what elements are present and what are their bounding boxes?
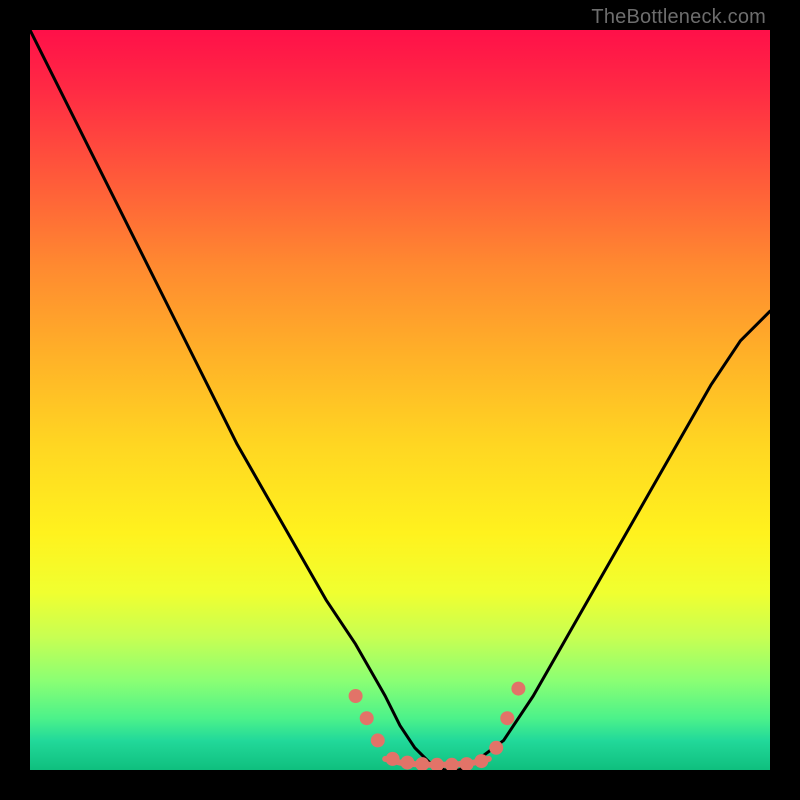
marker-point <box>474 754 488 768</box>
outer-frame: TheBottleneck.com <box>0 0 800 800</box>
marker-point <box>349 689 363 703</box>
marker-point <box>489 741 503 755</box>
marker-point <box>445 758 459 770</box>
marker-point <box>400 756 414 770</box>
marker-point <box>386 752 400 766</box>
watermark-text: TheBottleneck.com <box>591 6 766 29</box>
curve-layer <box>30 30 770 770</box>
marker-point <box>360 711 374 725</box>
marker-point <box>511 682 525 696</box>
marker-point <box>460 757 474 770</box>
marker-point <box>430 758 444 770</box>
curve-bottleneck-curve <box>30 30 770 770</box>
marker-point <box>500 711 514 725</box>
marker-point <box>371 733 385 747</box>
